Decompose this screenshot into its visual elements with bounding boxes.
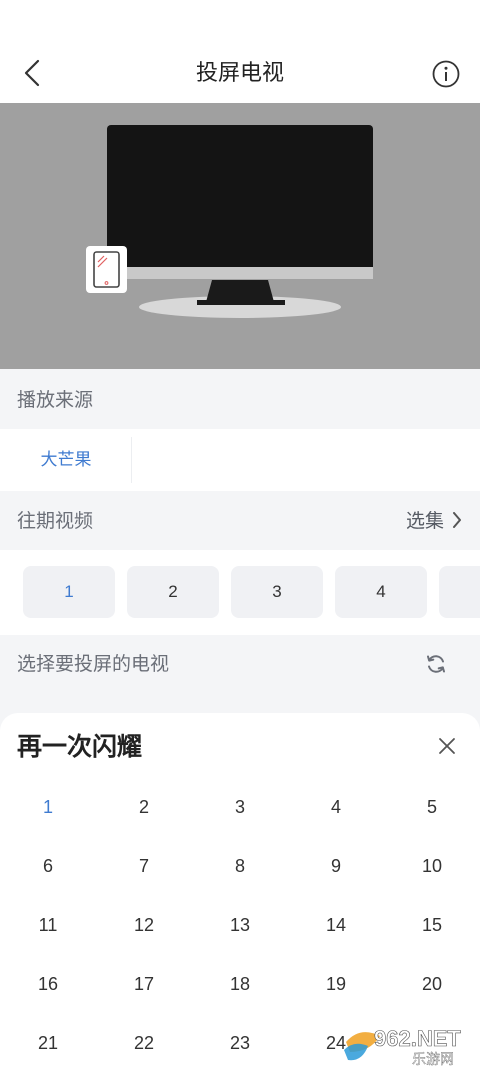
episode-chip-row: 1 2 3 4 <box>0 550 480 635</box>
episode-chip-1[interactable]: 1 <box>23 566 115 618</box>
episodes-section-label: 往期视频 <box>17 511 94 532</box>
episode-number-2[interactable]: 2 <box>96 787 192 827</box>
episode-number-16[interactable]: 16 <box>0 964 96 1004</box>
episode-number-17[interactable]: 17 <box>96 964 192 1004</box>
source-tabs: 大芒果 <box>0 429 480 491</box>
episodes-section-header: 往期视频 选集 <box>0 494 480 550</box>
episode-number-21[interactable]: 21 <box>0 1023 96 1063</box>
device-section-label: 选择要投屏的电视 <box>17 654 170 675</box>
page-title: 投屏电视 <box>195 60 284 85</box>
chevron-right-icon <box>453 512 461 528</box>
episode-number-10[interactable]: 10 <box>384 846 480 886</box>
episode-number-13[interactable]: 13 <box>192 905 288 945</box>
episode-number-8[interactable]: 8 <box>192 846 288 886</box>
episode-number-18[interactable]: 18 <box>192 964 288 1004</box>
episode-picker-sheet: 再一次闪耀 1 2 3 4 5 6 7 8 9 10 11 12 13 14 1… <box>0 713 480 1072</box>
divider <box>131 437 132 483</box>
episode-chip-3[interactable]: 3 <box>231 566 323 618</box>
episode-number-19[interactable]: 19 <box>288 964 384 1004</box>
episode-number-1[interactable]: 1 <box>0 787 96 827</box>
episode-number-23[interactable]: 23 <box>192 1023 288 1063</box>
phone-icon <box>86 246 127 293</box>
episode-chip-5[interactable] <box>439 566 480 618</box>
sheet-title: 再一次闪耀 <box>17 733 143 761</box>
episode-number-14[interactable]: 14 <box>288 905 384 945</box>
episode-number-15[interactable]: 15 <box>384 905 480 945</box>
close-icon[interactable] <box>437 736 457 756</box>
episode-number-12[interactable]: 12 <box>96 905 192 945</box>
episode-number-3[interactable]: 3 <box>192 787 288 827</box>
episode-number-5[interactable]: 5 <box>384 787 480 827</box>
episode-number-20[interactable]: 20 <box>384 964 480 1004</box>
refresh-icon[interactable] <box>425 653 447 675</box>
watermark-brand: 962.NET <box>374 1026 461 1051</box>
pick-episode-label: 选集 <box>405 511 444 532</box>
episode-number-22[interactable]: 22 <box>96 1023 192 1063</box>
watermark-sub: 乐游网 <box>412 1052 454 1068</box>
device-section-header: 选择要投屏的电视 <box>0 637 480 693</box>
cast-illustration <box>0 103 480 369</box>
pick-episode-link[interactable]: 选集 <box>406 494 462 550</box>
episode-number-7[interactable]: 7 <box>96 846 192 886</box>
episode-number-4[interactable]: 4 <box>288 787 384 827</box>
source-tab-damangguo[interactable]: 大芒果 <box>0 429 132 491</box>
tv-illustration <box>86 125 373 318</box>
episode-number-9[interactable]: 9 <box>288 846 384 886</box>
episode-chip-2[interactable]: 2 <box>127 566 219 618</box>
site-watermark-logo: 962.NET 乐游网 <box>344 1026 462 1068</box>
episode-number-6[interactable]: 6 <box>0 846 96 886</box>
episode-chip-4[interactable]: 4 <box>335 566 427 618</box>
info-icon[interactable] <box>431 59 461 89</box>
episode-number-11[interactable]: 11 <box>0 905 96 945</box>
source-section-header: 播放来源 <box>0 373 480 429</box>
top-bar: 投屏电视 <box>0 0 480 103</box>
source-section-label: 播放来源 <box>17 390 94 411</box>
